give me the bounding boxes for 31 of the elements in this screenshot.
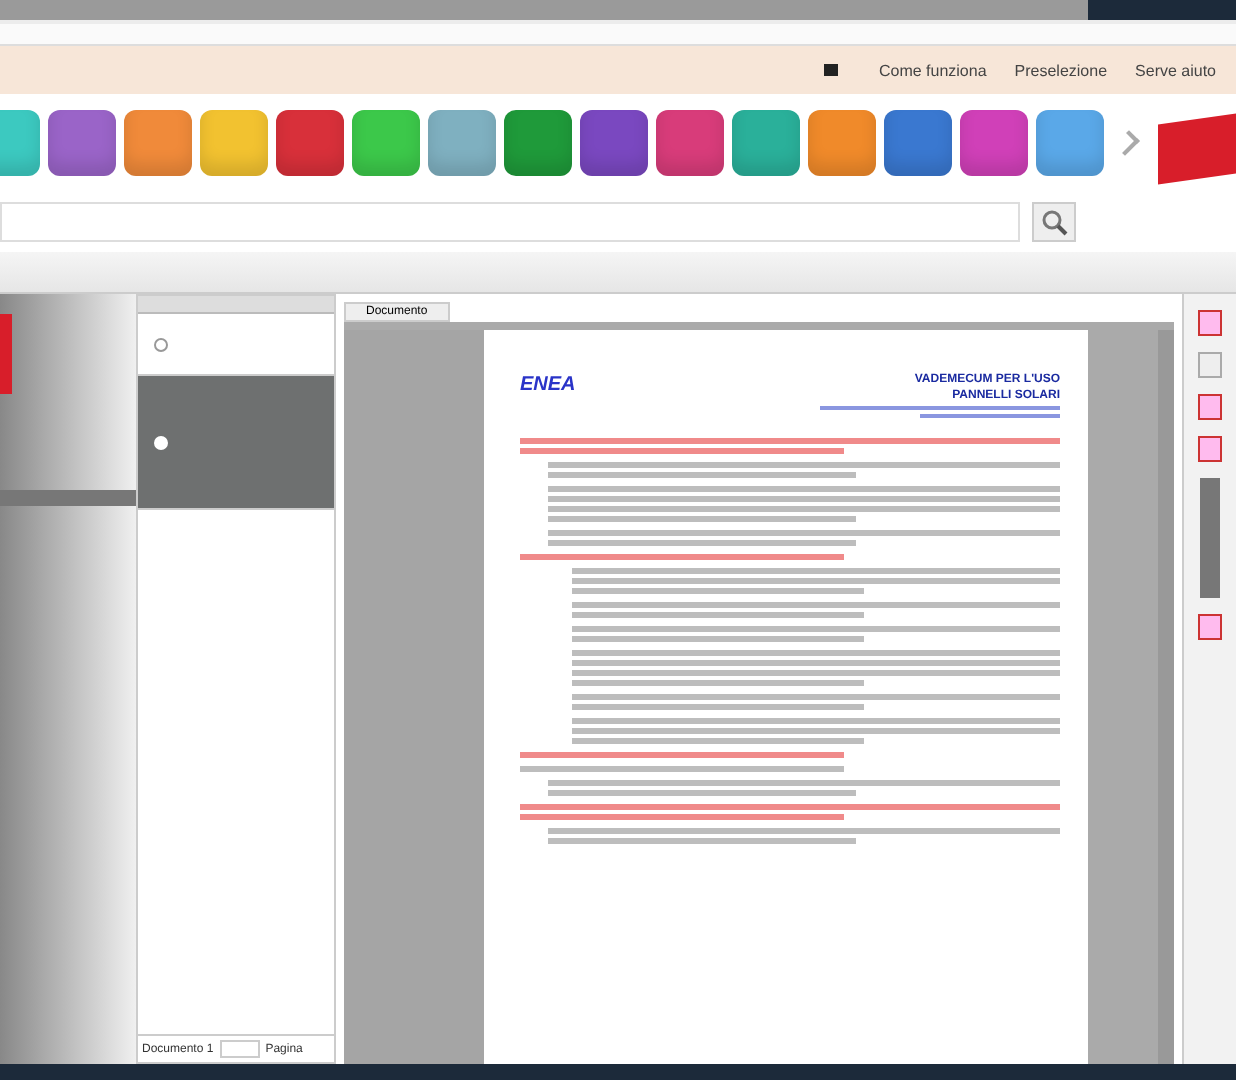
search-field[interactable] [0,202,1020,242]
result-item[interactable] [138,376,334,510]
category-tile[interactable] [428,110,496,176]
category-tile[interactable] [124,110,192,176]
tool-icon[interactable] [1198,394,1222,420]
category-tile[interactable] [48,110,116,176]
page-field[interactable] [219,1040,260,1058]
home-icon[interactable] [824,64,839,76]
search-icon [1040,208,1068,236]
category-tile[interactable] [580,110,648,176]
logo: ENEA [520,374,576,400]
tool-icon[interactable] [1198,352,1222,378]
tool-icon[interactable] [1198,614,1222,640]
category-tile[interactable] [352,110,420,176]
header-link[interactable]: Come funziona [878,61,987,79]
category-tile[interactable] [656,110,724,176]
category-tile[interactable] [200,110,268,176]
text-line [920,414,1060,418]
category-tile[interactable] [808,110,876,176]
category-tile[interactable] [276,110,344,176]
category-tile[interactable] [1036,110,1104,176]
header-link[interactable]: Serve aiuto [1135,61,1216,79]
category-tile[interactable] [504,110,572,176]
scrollbar[interactable] [1158,330,1174,1064]
category-tile[interactable] [732,110,800,176]
panel-bar [0,490,136,506]
tool-icon[interactable] [1198,436,1222,462]
category-tile[interactable] [960,110,1028,176]
category-tile[interactable] [884,110,952,176]
search-button[interactable] [1032,202,1076,242]
header-link[interactable]: Preselezione [1014,61,1108,79]
